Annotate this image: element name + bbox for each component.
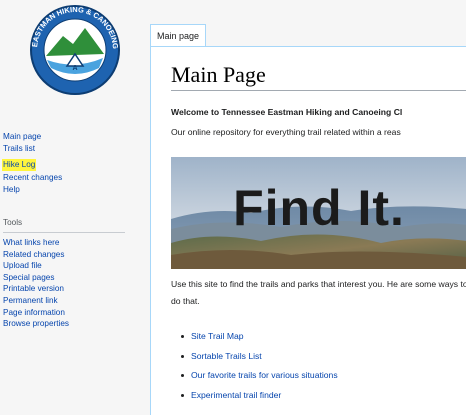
sidebar-item-help[interactable]: Help xyxy=(3,184,62,196)
bullet-icon xyxy=(181,335,184,339)
link-site-trail-map[interactable]: Site Trail Map xyxy=(191,331,244,341)
main-content: Main Page Welcome to Tennessee Eastman H… xyxy=(150,47,466,415)
list-item: Experimental trail finder xyxy=(175,386,338,406)
bullet-icon xyxy=(181,374,184,378)
logo-emblem-icon: A TENN. EASTMAN HIKING & CANOEING CLUB xyxy=(22,0,120,95)
tools-heading: Tools xyxy=(3,218,23,227)
title-divider xyxy=(171,90,466,91)
list-item: Site Trail Map xyxy=(175,327,338,347)
bullet-icon xyxy=(181,393,184,397)
link-sortable-trails-list[interactable]: Sortable Trails List xyxy=(191,351,262,361)
tool-permanent-link[interactable]: Permanent link xyxy=(3,295,69,307)
link-experimental-trail-finder[interactable]: Experimental trail finder xyxy=(191,390,281,400)
sidebar-item-recent-changes[interactable]: Recent changes xyxy=(3,172,62,184)
bullet-icon xyxy=(181,354,184,358)
link-favorite-trails[interactable]: Our favorite trails for various situatio… xyxy=(191,370,338,380)
tab-main-page[interactable]: Main page xyxy=(150,24,207,47)
tools-navigation: What links here Related changes Upload f… xyxy=(3,237,69,330)
list-item: Our favorite trails for various situatio… xyxy=(175,366,338,386)
tool-special-pages[interactable]: Special pages xyxy=(3,272,69,284)
sidebar-item-hike-log[interactable]: Hike Log xyxy=(2,159,37,171)
svg-text:A: A xyxy=(72,65,77,72)
tool-what-links-here[interactable]: What links here xyxy=(3,237,69,249)
find-it-banner: Find It. xyxy=(171,157,466,269)
tool-upload-file[interactable]: Upload file xyxy=(3,260,69,272)
intro-paragraph: Use this site to find the trails and par… xyxy=(171,279,466,306)
list-item: Sortable Trails List xyxy=(175,347,338,367)
welcome-text: Welcome to Tennessee Eastman Hiking and … xyxy=(171,107,403,117)
sidebar-item-trails-list[interactable]: Trails list xyxy=(3,143,62,155)
intro-text: Our online repository for everything tra… xyxy=(171,127,401,137)
tools-divider xyxy=(3,232,125,233)
banner-heading: Find It. xyxy=(233,180,405,236)
main-navigation: Main page Trails list Hike Log Recent ch… xyxy=(2,131,62,196)
tool-browse-properties[interactable]: Browse properties xyxy=(3,318,69,330)
club-logo[interactable]: A TENN. EASTMAN HIKING & CANOEING CLUB xyxy=(22,0,125,96)
tool-related-changes[interactable]: Related changes xyxy=(3,249,69,261)
sidebar: A TENN. EASTMAN HIKING & CANOEING CLUB M… xyxy=(0,0,150,415)
tool-page-information[interactable]: Page information xyxy=(3,307,69,319)
page-title: Main Page xyxy=(171,62,266,87)
sidebar-item-main-page[interactable]: Main page xyxy=(3,131,62,143)
trail-links-list: Site Trail Map Sortable Trails List Our … xyxy=(175,327,338,405)
tool-printable-version[interactable]: Printable version xyxy=(3,283,69,295)
